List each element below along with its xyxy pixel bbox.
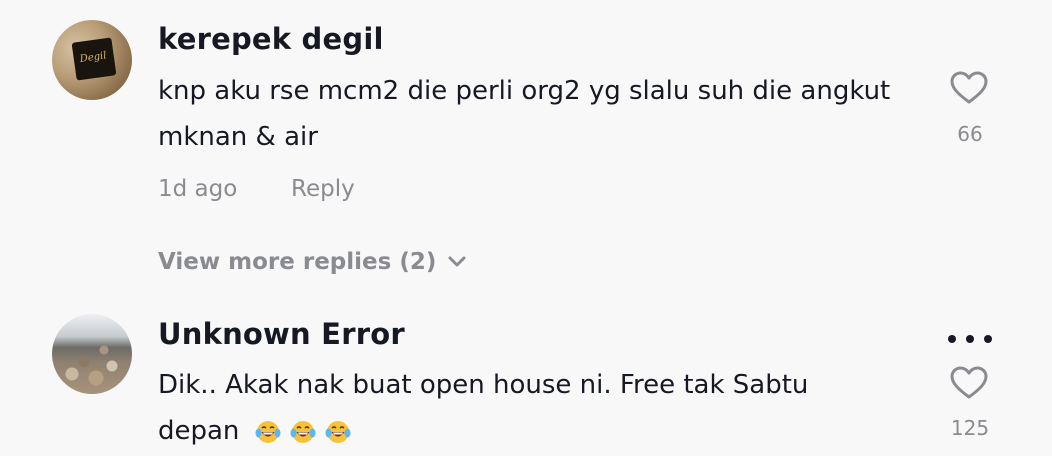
chevron-down-icon xyxy=(448,256,466,267)
avatar[interactable]: Degil xyxy=(52,20,132,100)
comment-timestamp: 1d ago xyxy=(158,176,238,202)
like-count: 66 xyxy=(957,122,983,146)
comment-text: Dik.. Akak nak buat open house ni. Free … xyxy=(158,362,898,454)
comment-text-line: depan xyxy=(158,408,898,454)
like-count: 125 xyxy=(950,416,990,440)
comment-username[interactable]: kerepek degil xyxy=(158,22,384,56)
view-more-replies-label: View more replies (2) xyxy=(158,249,437,275)
view-more-replies-button[interactable]: View more replies (2) xyxy=(158,249,466,275)
tears-of-joy-emoji xyxy=(255,420,281,443)
more-options-icon[interactable] xyxy=(948,329,992,349)
like-heart-icon[interactable] xyxy=(950,71,988,105)
comment-text: knp aku rse mcm2 die perli org2 yg slalu… xyxy=(158,76,891,152)
avatar[interactable] xyxy=(52,314,132,394)
avatar-logo: Degil xyxy=(71,37,117,81)
reply-button[interactable]: Reply xyxy=(291,176,355,202)
comment-username[interactable]: Unknown Error xyxy=(158,317,405,351)
emoji-group xyxy=(254,416,352,446)
like-heart-icon[interactable] xyxy=(950,366,988,400)
tears-of-joy-emoji xyxy=(290,420,316,443)
tears-of-joy-emoji xyxy=(325,420,351,443)
comments-panel: Degil kerepek degil knp aku rse mcm2 die… xyxy=(0,0,1052,456)
comment-text-line: Dik.. Akak nak buat open house ni. Free … xyxy=(158,370,809,400)
